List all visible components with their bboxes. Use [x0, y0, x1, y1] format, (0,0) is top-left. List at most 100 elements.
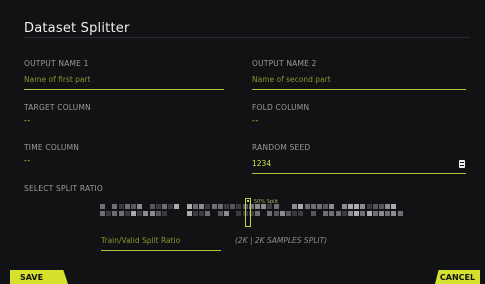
split-grid-cell [391, 204, 396, 209]
split-grid-cell [131, 211, 136, 216]
split-grid-cell [298, 211, 303, 216]
split-grid-cell [398, 211, 403, 216]
split-grid-cell [329, 204, 334, 209]
split-grid-cell [125, 204, 130, 209]
split-grid-cell [317, 204, 322, 209]
split-grid-cell [379, 204, 384, 209]
split-grid-cell [156, 211, 161, 216]
fold-column-label: FOLD COLUMN [252, 103, 310, 112]
split-grid-cell [193, 211, 198, 216]
split-grid-cell [354, 204, 359, 209]
split-grid-cell [336, 211, 341, 216]
split-marker-label: 50% Split [254, 199, 278, 205]
random-seed-field[interactable] [252, 155, 466, 174]
split-grid-cell [373, 211, 378, 216]
output-name-2-input[interactable] [252, 71, 466, 88]
split-grid-cell [119, 204, 124, 209]
split-grid-cell [236, 211, 241, 216]
output-name-1-field[interactable] [24, 71, 224, 90]
split-grid-cell [360, 204, 365, 209]
split-grid-cell [391, 211, 396, 216]
split-grid-cell [354, 211, 359, 216]
split-grid-cell [385, 204, 390, 209]
split-grid-cell [224, 211, 229, 216]
random-seed-label: RANDOM SEED [252, 143, 311, 152]
split-grid-cell [255, 211, 260, 216]
split-grid-cell [156, 204, 161, 209]
output-name-1-label: OUTPUT NAME 1 [24, 59, 89, 68]
seed-stepper-icon[interactable] [459, 160, 465, 168]
split-grid-cell [367, 211, 372, 216]
split-grid-cell [106, 211, 111, 216]
split-grid-cell [137, 211, 142, 216]
split-grid-cell [292, 211, 297, 216]
split-grid-cell [119, 211, 124, 216]
split-grid-cell [236, 204, 241, 209]
time-column-label: TIME COLUMN [24, 143, 80, 152]
split-grid-cell [205, 211, 210, 216]
target-column-label: TARGET COLUMN [24, 103, 91, 112]
split-grid-cell [199, 204, 204, 209]
split-grid-cell [131, 204, 136, 209]
split-grid-cell [348, 211, 353, 216]
split-grid-cell [212, 204, 217, 209]
split-grid-cell [150, 211, 155, 216]
split-grid-cell [329, 211, 334, 216]
split-grid-cell [199, 211, 204, 216]
split-ratio-placeholder: Train/Valid Split Ratio [101, 236, 181, 245]
split-grid-cell [342, 211, 347, 216]
split-grid-cell [348, 204, 353, 209]
split-grid-cell [286, 211, 291, 216]
fold-column-value[interactable]: -- [252, 116, 259, 125]
split-grid-cell [205, 204, 210, 209]
time-column-value[interactable]: -- [24, 156, 31, 165]
split-ratio-field[interactable]: Train/Valid Split Ratio [101, 236, 221, 251]
split-grid-cell [187, 211, 192, 216]
split-grid-cell [162, 204, 167, 209]
output-name-2-label: OUTPUT NAME 2 [252, 59, 317, 68]
dialog-title: Dataset Splitter [24, 21, 130, 36]
split-grid-cell [143, 211, 148, 216]
split-grid-cell [125, 211, 130, 216]
split-grid-cell [150, 204, 155, 209]
split-grid-cell [224, 204, 229, 209]
target-column-value[interactable]: -- [24, 116, 31, 125]
split-grid-cell [367, 204, 372, 209]
split-grid-cell [298, 204, 303, 209]
split-grid-cell [379, 211, 384, 216]
split-grid-cell [218, 204, 223, 209]
output-name-2-field[interactable] [252, 71, 466, 90]
samples-split-text: (2K | 2K SAMPLES SPLIT) [235, 236, 328, 245]
split-grid-cell [174, 204, 179, 209]
split-grid-cell [292, 204, 297, 209]
split-grid-cell [230, 204, 235, 209]
split-grid-cell [311, 211, 316, 216]
split-grid-cell [193, 204, 198, 209]
dataset-splitter-dialog: Dataset Splitter OUTPUT NAME 1 OUTPUT NA… [0, 0, 485, 284]
save-button[interactable]: SAVE [10, 270, 68, 284]
split-grid-cell [100, 211, 105, 216]
split-ratio-bar[interactable] [100, 204, 403, 221]
cancel-button[interactable]: CANCEL [435, 270, 480, 284]
random-seed-input[interactable] [252, 155, 466, 172]
split-grid-cell [342, 204, 347, 209]
split-grid-cell [280, 211, 285, 216]
split-slider-handle[interactable] [245, 198, 251, 227]
split-grid-cell [137, 204, 142, 209]
title-divider [24, 37, 470, 38]
split-grid-cell [373, 204, 378, 209]
split-grid-cell [323, 211, 328, 216]
split-grid-cell [385, 211, 390, 216]
split-grid-cell [218, 211, 223, 216]
split-grid-cell [267, 211, 272, 216]
split-grid-cell [112, 211, 117, 216]
output-name-1-input[interactable] [24, 71, 224, 88]
split-grid-cell [187, 204, 192, 209]
split-grid-cell [162, 211, 167, 216]
split-grid-cell [305, 204, 310, 209]
split-grid-cell [112, 204, 117, 209]
split-ratio-label: SELECT SPLIT RATIO [24, 184, 104, 193]
split-grid-cell [168, 204, 173, 209]
split-grid-cell [311, 204, 316, 209]
split-grid-cell [360, 211, 365, 216]
